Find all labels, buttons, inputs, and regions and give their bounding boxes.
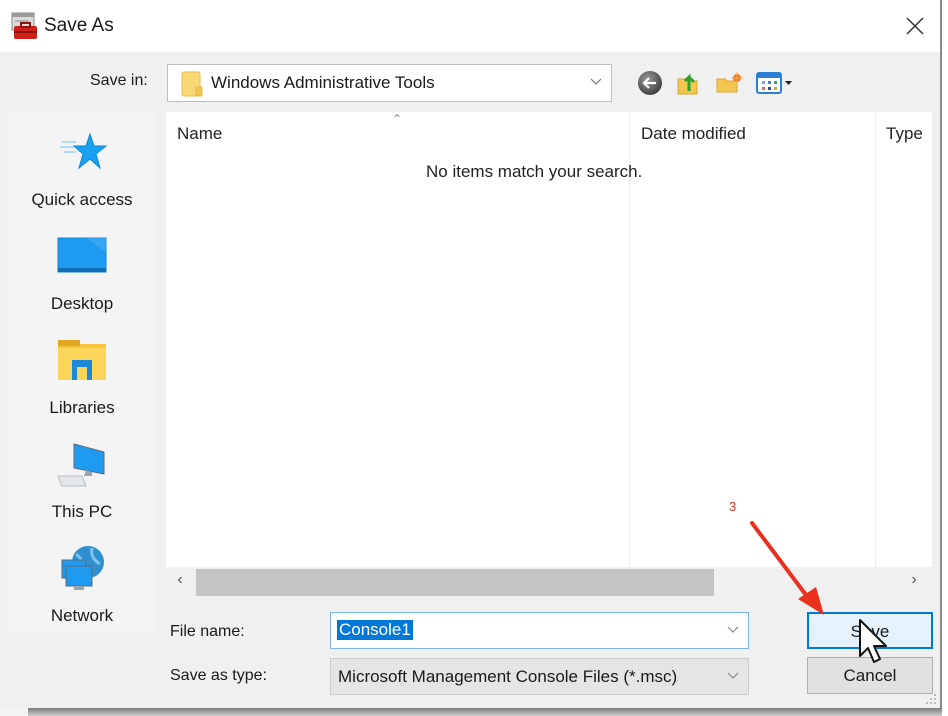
save-as-type-dropdown[interactable]: Microsoft Management Console Files (*.ms… <box>330 658 749 695</box>
file-list[interactable]: ⌃ Name Date modified Type No items match… <box>166 112 932 567</box>
close-button[interactable] <box>892 6 938 46</box>
place-quick-access[interactable]: Quick access <box>8 118 156 218</box>
scroll-right-icon[interactable]: › <box>904 571 924 593</box>
dialog-shadow <box>28 708 942 716</box>
column-header-date-modified[interactable]: Date modified <box>641 124 746 144</box>
save-in-value: Windows Administrative Tools <box>211 73 435 92</box>
column-header-type[interactable]: Type <box>886 124 923 144</box>
place-this-pc[interactable]: This PC <box>8 430 156 530</box>
annotation-arrow-icon <box>750 521 824 615</box>
mouse-pointer-icon <box>859 619 887 663</box>
column-header-name[interactable]: Name <box>177 124 222 144</box>
place-label: Desktop <box>50 294 114 313</box>
sort-ascending-icon: ⌃ <box>392 112 403 126</box>
view-menu-button[interactable] <box>754 68 796 98</box>
place-libraries[interactable]: Libraries <box>8 326 156 426</box>
place-label: Network <box>50 606 114 625</box>
window-title: Save As <box>44 15 114 36</box>
resize-grip-icon[interactable] <box>925 693 937 705</box>
chevron-down-icon <box>590 78 602 85</box>
view-menu-icon <box>756 72 792 94</box>
up-one-level-button[interactable] <box>674 68 704 98</box>
back-button[interactable] <box>635 68 665 98</box>
place-desktop[interactable]: Desktop <box>8 222 156 322</box>
computer-icon <box>57 443 105 487</box>
place-label: Quick access <box>31 190 133 209</box>
annotation-step-number: 3 <box>729 499 737 514</box>
place-label: This PC <box>51 502 113 521</box>
folder-icon <box>181 71 203 97</box>
back-arrow-icon <box>638 71 662 95</box>
save-in-label: Save in: <box>90 72 148 89</box>
save-in-dropdown[interactable]: Windows Administrative Tools <box>167 64 612 102</box>
new-folder-button[interactable] <box>714 68 744 98</box>
save-as-type-value: Microsoft Management Console Files (*.ms… <box>338 667 678 686</box>
file-name-label: File name: <box>170 623 245 640</box>
network-icon <box>61 546 104 590</box>
mmc-toolbox-icon <box>11 12 37 39</box>
chevron-down-icon[interactable] <box>726 622 740 636</box>
desktop-icon <box>57 237 107 273</box>
file-name-input[interactable]: Console1 <box>330 612 749 649</box>
scroll-left-icon[interactable]: ‹ <box>170 571 190 593</box>
place-label: Libraries <box>49 398 115 417</box>
column-divider[interactable] <box>875 112 876 567</box>
place-network[interactable]: Network <box>8 534 156 634</box>
empty-message: No items match your search. <box>426 162 643 181</box>
title-bar: Save As <box>0 0 940 52</box>
close-icon <box>906 17 924 35</box>
chevron-down-icon <box>727 672 739 679</box>
scrollbar-thumb[interactable] <box>196 569 714 596</box>
star-icon <box>60 132 108 170</box>
folder-up-icon <box>677 73 698 95</box>
new-folder-icon <box>716 72 743 93</box>
places-bar: Quick access Desktop Libraries This PC N… <box>8 112 156 632</box>
dialog-shadow <box>0 708 28 716</box>
libraries-icon <box>58 340 106 380</box>
file-name-value: Console1 <box>337 620 413 640</box>
save-as-type-label: Save as type: <box>170 667 267 684</box>
